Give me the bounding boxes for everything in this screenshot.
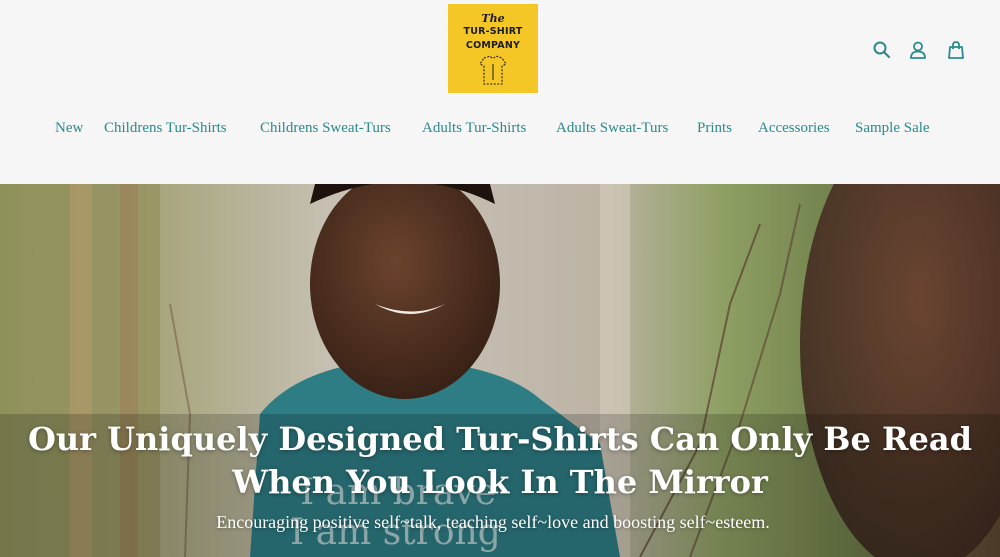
site-header: The TUR-SHIRT COMPANY New Childrens Tur-…: [0, 0, 1000, 184]
hero-title: Our Uniquely Designed Tur-Shirts Can Onl…: [27, 420, 972, 501]
logo-the-text: The: [481, 12, 505, 25]
logo-line-1: TUR-SHIRT: [463, 26, 523, 37]
shirt-outline-icon: [479, 55, 507, 85]
nav-item-accessories[interactable]: Accessories: [758, 118, 830, 138]
cart-icon[interactable]: [946, 40, 966, 60]
nav-item-new[interactable]: New: [55, 118, 83, 138]
nav-item-adults-tur-shirts[interactable]: Adults Tur-Shirts: [422, 118, 526, 138]
logo-line-2: COMPANY: [465, 40, 521, 51]
account-icon[interactable]: [908, 40, 928, 60]
hero-subtitle: Encouraging positive self~talk, teaching…: [216, 512, 770, 532]
nav-item-childrens-tur-shirts[interactable]: Childrens Tur-Shirts: [104, 118, 227, 138]
header-icons: [872, 40, 972, 62]
brand-logo[interactable]: The TUR-SHIRT COMPANY: [448, 4, 538, 93]
main-navigation: New Childrens Tur-Shirts Childrens Sweat…: [0, 118, 1000, 140]
nav-item-prints[interactable]: Prints: [697, 118, 732, 138]
nav-item-sample-sale[interactable]: Sample Sale: [855, 118, 930, 138]
nav-item-childrens-sweat-turs[interactable]: Childrens Sweat-Turs: [260, 118, 391, 138]
search-icon[interactable]: [872, 40, 892, 60]
nav-item-adults-sweat-turs[interactable]: Adults Sweat-Turs: [556, 118, 668, 138]
